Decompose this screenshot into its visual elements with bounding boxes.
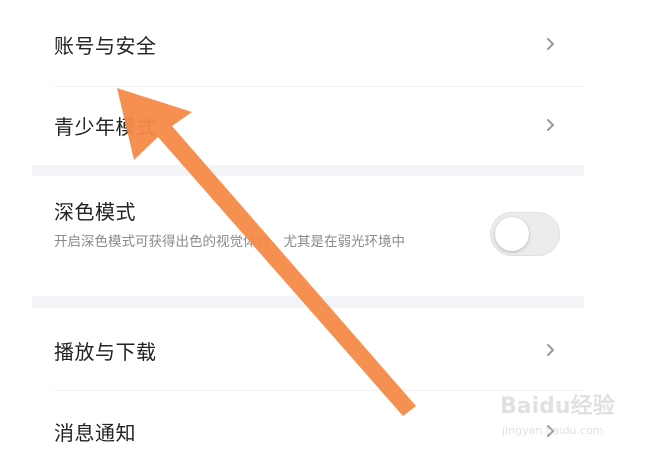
settings-item-label: 播放与下载	[54, 339, 157, 364]
chevron-right-icon	[544, 343, 558, 357]
section-separator	[32, 165, 584, 176]
section-separator	[32, 296, 584, 308]
dark-mode-toggle[interactable]	[490, 212, 560, 256]
chevron-right-icon	[544, 118, 558, 132]
settings-item-notifications[interactable]: 消息通知	[32, 391, 584, 471]
settings-item-youth-mode[interactable]: 青少年模式	[32, 85, 584, 165]
dark-mode-description: 开启深色模式可获得出色的视觉体验，尤其是在弱光环境中	[54, 234, 405, 250]
settings-item-label: 账号与安全	[54, 33, 157, 58]
settings-item-label: 青少年模式	[54, 114, 157, 139]
settings-panel: 账号与安全 青少年模式 深色模式 开启深色模式可获得出色的视觉体验，尤其是在弱光…	[32, 0, 584, 456]
settings-item-playback-download[interactable]: 播放与下载	[32, 310, 584, 390]
settings-item-dark-mode: 深色模式 开启深色模式可获得出色的视觉体验，尤其是在弱光环境中	[32, 176, 584, 296]
settings-item-label: 消息通知	[54, 420, 136, 445]
settings-item-account-security[interactable]: 账号与安全	[32, 4, 584, 84]
chevron-right-icon	[544, 424, 558, 438]
chevron-right-icon	[544, 37, 558, 51]
toggle-knob	[495, 217, 529, 251]
dark-mode-title: 深色模式	[54, 200, 136, 224]
